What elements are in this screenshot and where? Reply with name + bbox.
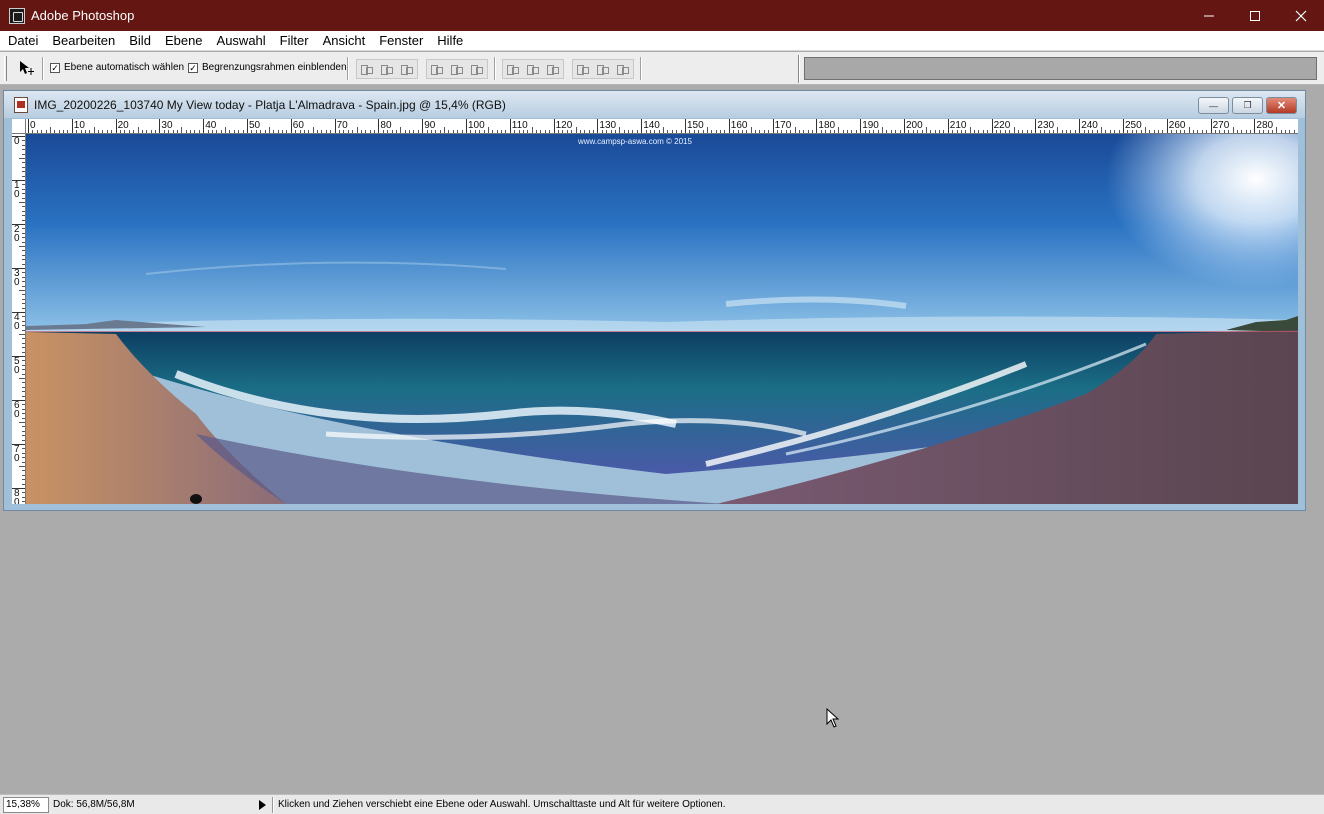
window-controls — [1186, 0, 1324, 31]
align-top-edges-icon[interactable] — [360, 63, 374, 75]
align-vertical-group — [356, 59, 418, 79]
document-restore-button[interactable]: ❐ — [1232, 97, 1263, 114]
document-title: IMG_20200226_103740 My View today - Plat… — [34, 97, 506, 112]
align-left-edges-icon[interactable] — [430, 63, 444, 75]
menu-ansicht[interactable]: Ansicht — [316, 33, 373, 48]
ruler-left-label: 0 — [14, 136, 20, 147]
menu-auswahl[interactable]: Auswahl — [210, 33, 273, 48]
auto-select-label: Ebene automatisch wählen — [64, 62, 185, 73]
options-separator — [640, 57, 642, 80]
align-bottom-edges-icon[interactable] — [400, 63, 414, 75]
menu-filter[interactable]: Filter — [273, 33, 316, 48]
horizontal-ruler[interactable]: 0 10 20 30 40 50 60 70 80 90 100 110 120 130 140 150 160… — [12, 119, 1298, 134]
menu-bearbeiten[interactable]: Bearbeiten — [45, 33, 122, 48]
status-separator — [272, 796, 274, 813]
distribute-right-icon[interactable] — [616, 63, 630, 75]
show-bounds-label: Begrenzungsrahmen einblenden — [202, 62, 347, 73]
document-close-button[interactable]: ✕ — [1266, 97, 1297, 114]
distribute-vertical-group — [502, 59, 564, 79]
ruler-left-label: 80 — [14, 488, 20, 505]
align-horizontal-group — [426, 59, 488, 79]
menu-fenster[interactable]: Fenster — [372, 33, 430, 48]
show-bounds-option[interactable]: ✓ Begrenzungsrahmen einblenden — [188, 62, 347, 73]
show-bounds-checkbox[interactable]: ✓ — [188, 62, 198, 73]
document-icon — [14, 96, 28, 113]
align-right-edges-icon[interactable] — [470, 63, 484, 75]
panorama-image: www.campsp-aswa.com © 2015 — [26, 134, 1298, 504]
distribute-left-icon[interactable] — [576, 63, 590, 75]
document-titlebar[interactable]: IMG_20200226_103740 My View today - Plat… — [4, 91, 1305, 118]
palette-well[interactable] — [804, 57, 1317, 80]
move-tool-icon[interactable] — [18, 60, 36, 76]
vertical-ruler[interactable]: 0 10 20 30 40 50 60 70 80 — [12, 134, 26, 504]
minimize-icon[interactable] — [1186, 0, 1232, 31]
options-separator — [347, 57, 349, 80]
status-menu-arrow-icon[interactable] — [259, 799, 266, 810]
align-horizontal-centers-icon[interactable] — [450, 63, 464, 75]
ruler-origin[interactable] — [12, 119, 26, 134]
ruler-left-label: 50 — [14, 356, 20, 376]
options-separator — [494, 57, 496, 80]
distribute-bottom-icon[interactable] — [546, 63, 560, 75]
ruler-left-label: 20 — [14, 224, 20, 244]
app-titlebar: Adobe Photoshop — [0, 0, 1324, 31]
distribute-top-icon[interactable] — [506, 63, 520, 75]
ruler-left-label: 10 — [14, 180, 20, 200]
auto-select-checkbox[interactable]: ✓ — [50, 62, 60, 73]
document-size[interactable]: Dok: 56,8M/56,8M — [53, 799, 253, 810]
menu-datei[interactable]: Datei — [0, 33, 45, 48]
ruler-left-label: 40 — [14, 312, 20, 332]
ruler-left-label: 30 — [14, 268, 20, 288]
status-bar: 15,38% Dok: 56,8M/56,8M Klicken und Zieh… — [0, 794, 1324, 814]
menu-bild[interactable]: Bild — [122, 33, 158, 48]
watermark-text: www.campsp-aswa.com © 2015 — [577, 137, 692, 146]
options-bar: ✓ Ebene automatisch wählen ✓ Begrenzungs… — [0, 52, 1324, 85]
maximize-icon[interactable] — [1232, 0, 1278, 31]
distribute-horizontal-group — [572, 59, 634, 79]
zoom-field[interactable]: 15,38% — [3, 796, 49, 813]
menu-bar: Datei Bearbeiten Bild Ebene Auswahl Filt… — [0, 31, 1324, 51]
options-separator — [42, 57, 44, 80]
document-minimize-button[interactable]: — — [1198, 97, 1229, 114]
app-title: Adobe Photoshop — [31, 8, 135, 23]
photoshop-app-icon[interactable] — [9, 7, 25, 24]
close-icon[interactable] — [1278, 0, 1324, 31]
status-hint: Klicken und Ziehen verschiebt eine Ebene… — [278, 799, 726, 810]
auto-select-option[interactable]: ✓ Ebene automatisch wählen — [50, 62, 184, 73]
menu-hilfe[interactable]: Hilfe — [430, 33, 470, 48]
distribute-horizontal-center-icon[interactable] — [596, 63, 610, 75]
document-window: IMG_20200226_103740 My View today - Plat… — [3, 90, 1306, 511]
ruler-left-label: 60 — [14, 400, 20, 420]
options-bar-grip[interactable] — [4, 56, 7, 81]
ruler-left-label: 70 — [14, 444, 20, 464]
image-canvas[interactable]: www.campsp-aswa.com © 2015 — [26, 134, 1298, 504]
document-window-controls: — ❐ ✕ — [1198, 97, 1297, 114]
mouse-cursor-icon — [826, 707, 840, 728]
palette-well-separator — [798, 55, 800, 83]
menu-ebene[interactable]: Ebene — [158, 33, 210, 48]
align-vertical-centers-icon[interactable] — [380, 63, 394, 75]
distribute-vertical-center-icon[interactable] — [526, 63, 540, 75]
